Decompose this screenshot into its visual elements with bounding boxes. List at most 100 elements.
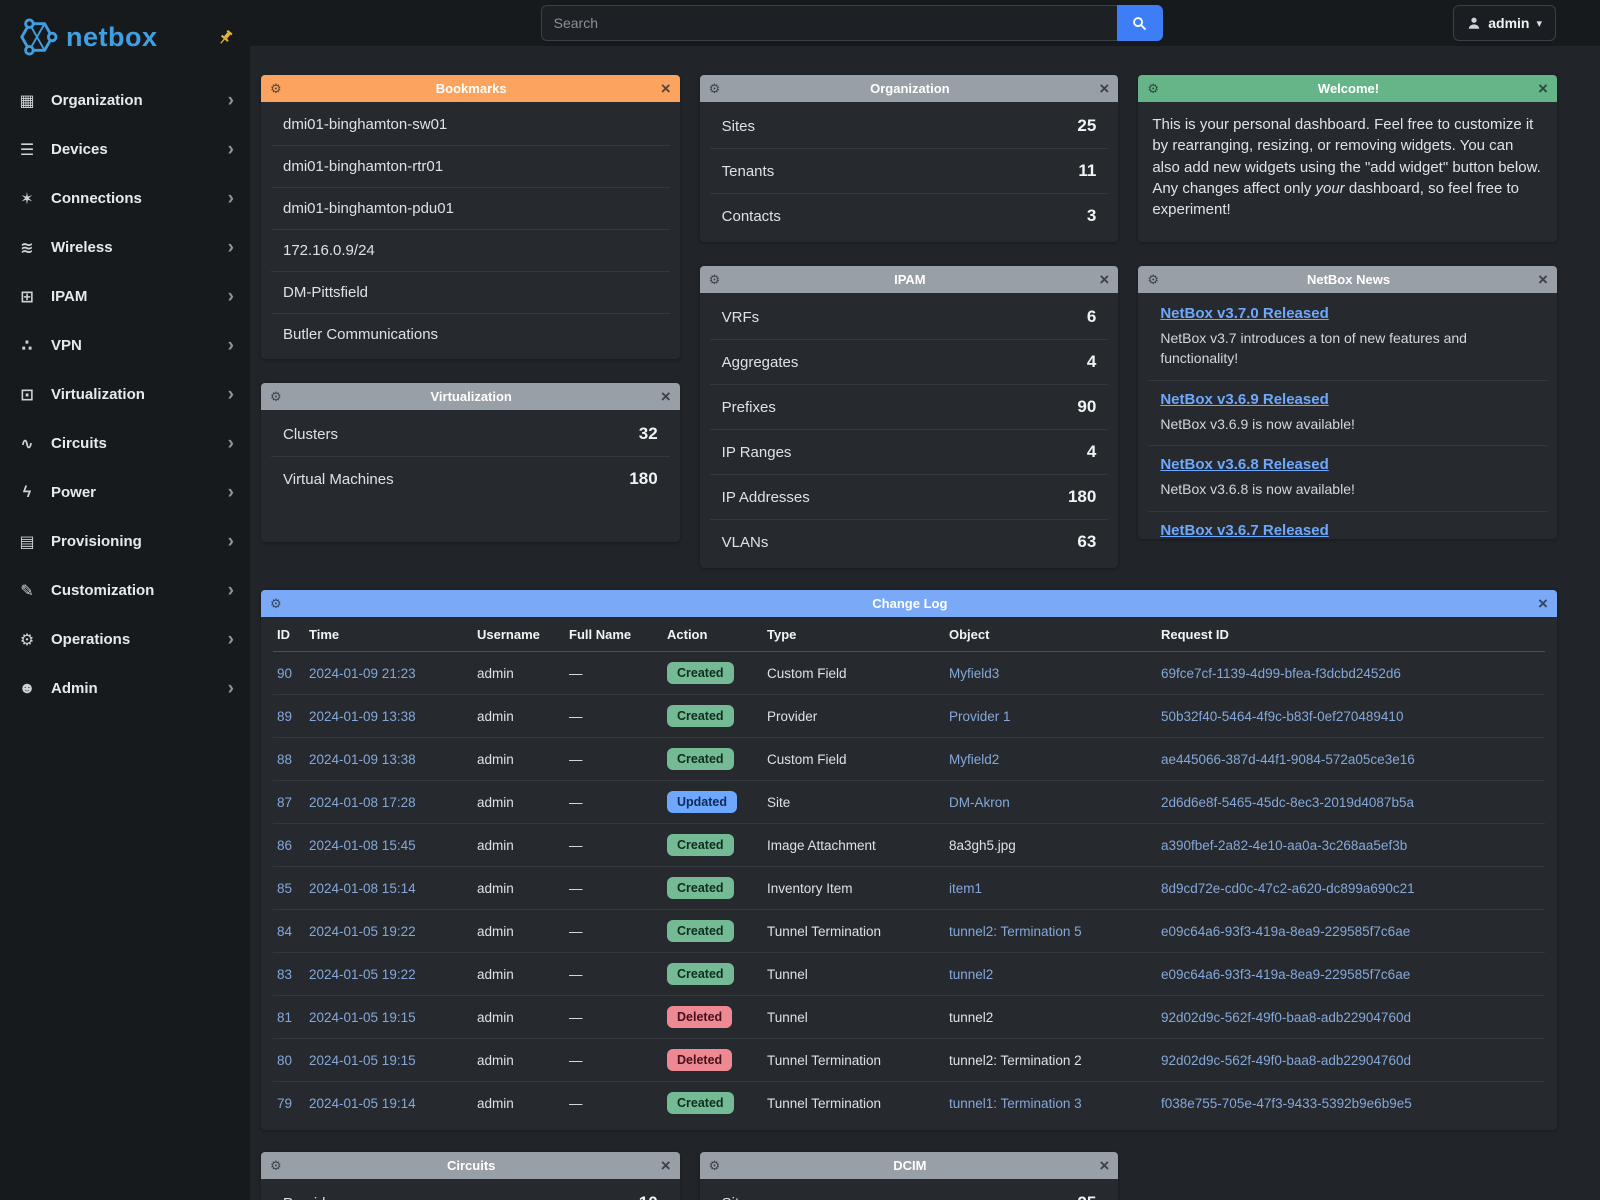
changelog-time-link[interactable]: 2024-01-05 19:15 <box>309 1053 416 1068</box>
close-icon[interactable]: × <box>1099 1157 1109 1174</box>
stat-value-link[interactable]: 4 <box>1087 442 1096 462</box>
changelog-time-link[interactable]: 2024-01-09 13:38 <box>309 709 416 724</box>
object-link[interactable]: Provider 1 <box>949 709 1011 724</box>
bookmark-link[interactable]: dmi01-binghamton-rtr01 <box>271 146 670 188</box>
request-id-link[interactable]: e09c64a6-93f3-419a-8ea9-229585f7c6ae <box>1161 967 1410 982</box>
request-id-link[interactable]: 69fce7cf-1139-4d99-bfea-f3dcbd2452d6 <box>1161 666 1401 681</box>
user-menu-button[interactable]: admin ▾ <box>1453 5 1556 41</box>
gear-icon[interactable]: ⚙ <box>709 82 721 95</box>
sidebar-item-customization[interactable]: ✎Customization› <box>0 566 250 615</box>
search-button[interactable] <box>1117 5 1163 41</box>
bookmark-link[interactable]: dmi01-binghamton-pdu01 <box>271 188 670 230</box>
sidebar-item-ipam[interactable]: ⊞IPAM› <box>0 272 250 321</box>
close-icon[interactable]: × <box>661 80 671 97</box>
changelog-time-link[interactable]: 2024-01-08 15:14 <box>309 881 416 896</box>
sidebar-item-connections[interactable]: ✶Connections› <box>0 174 250 223</box>
object-link[interactable]: DM-Akron <box>949 795 1010 810</box>
changelog-time-link[interactable]: 2024-01-05 19:22 <box>309 924 416 939</box>
changelog-id-link[interactable]: 83 <box>277 967 292 982</box>
sidebar-item-provisioning[interactable]: ▤Provisioning› <box>0 517 250 566</box>
request-id-link[interactable]: 50b32f40-5464-4f9c-b83f-0ef270489410 <box>1161 709 1403 724</box>
gear-icon[interactable]: ⚙ <box>270 82 282 95</box>
changelog-time-link[interactable]: 2024-01-09 21:23 <box>309 666 416 681</box>
changelog-id-link[interactable]: 88 <box>277 752 292 767</box>
close-icon[interactable]: × <box>661 388 671 405</box>
sidebar-item-virtualization[interactable]: ⊡Virtualization› <box>0 370 250 419</box>
stat-value-link[interactable]: 3 <box>1087 206 1096 226</box>
changelog-id-link[interactable]: 85 <box>277 881 292 896</box>
object-link[interactable]: tunnel2: Termination 5 <box>949 924 1082 939</box>
changelog-time-link[interactable]: 2024-01-08 17:28 <box>309 795 416 810</box>
stat-value-link[interactable]: 180 <box>1068 487 1096 507</box>
stat-value-link[interactable]: 10 <box>639 1193 658 1200</box>
close-icon[interactable]: × <box>661 1157 671 1174</box>
gear-icon[interactable]: ⚙ <box>709 1159 721 1172</box>
changelog-id-link[interactable]: 86 <box>277 838 292 853</box>
sidebar-item-wireless[interactable]: ≋Wireless› <box>0 223 250 272</box>
request-id-link[interactable]: 92d02d9c-562f-49f0-baa8-adb22904760d <box>1161 1010 1411 1025</box>
changelog-time-link[interactable]: 2024-01-05 19:15 <box>309 1010 416 1025</box>
news-headline-link[interactable]: NetBox v3.6.8 Released <box>1160 456 1328 473</box>
news-headline-link[interactable]: NetBox v3.7.0 Released <box>1160 305 1328 322</box>
gear-icon[interactable]: ⚙ <box>1147 273 1159 286</box>
close-icon[interactable]: × <box>1099 271 1109 288</box>
gear-icon[interactable]: ⚙ <box>270 1159 282 1172</box>
sidebar-item-operations[interactable]: ⚙Operations› <box>0 615 250 664</box>
request-id-link[interactable]: 2d6d6e8f-5465-45dc-8ec3-2019d4087b5a <box>1161 795 1414 810</box>
changelog-time-link[interactable]: 2024-01-08 15:45 <box>309 838 416 853</box>
gear-icon[interactable]: ⚙ <box>1147 82 1159 95</box>
stat-value-link[interactable]: 11 <box>1078 161 1096 181</box>
object-link[interactable]: tunnel2 <box>949 967 993 982</box>
search-input[interactable] <box>541 5 1117 41</box>
close-icon[interactable]: × <box>1099 80 1109 97</box>
changelog-id-link[interactable]: 80 <box>277 1053 292 1068</box>
close-icon[interactable]: × <box>1538 595 1548 612</box>
changelog-id-link[interactable]: 90 <box>277 666 292 681</box>
gear-icon[interactable]: ⚙ <box>709 273 721 286</box>
stat-value-link[interactable]: 6 <box>1087 307 1096 327</box>
bookmark-link[interactable]: DM-Pittsfield <box>271 272 670 314</box>
request-id-link[interactable]: e09c64a6-93f3-419a-8ea9-229585f7c6ae <box>1161 924 1410 939</box>
changelog-time-link[interactable]: 2024-01-05 19:14 <box>309 1096 416 1111</box>
sidebar-item-devices[interactable]: ☰Devices› <box>0 125 250 174</box>
sidebar-item-organization[interactable]: ▦Organization› <box>0 76 250 125</box>
request-id-link[interactable]: f038e755-705e-47f3-9433-5392b9e6b9e5 <box>1161 1096 1412 1111</box>
stat-value-link[interactable]: 4 <box>1087 352 1096 372</box>
news-headline-link[interactable]: NetBox v3.6.9 Released <box>1160 391 1328 408</box>
request-id-link[interactable]: ae445066-387d-44f1-9084-572a05ce3e16 <box>1161 752 1415 767</box>
stat-value-link[interactable]: 90 <box>1077 397 1096 417</box>
netbox-logo[interactable]: netbox <box>0 0 250 76</box>
sidebar-item-circuits[interactable]: ∿Circuits› <box>0 419 250 468</box>
changelog-id-link[interactable]: 79 <box>277 1096 292 1111</box>
stat-value-link[interactable]: 32 <box>639 424 658 444</box>
changelog-id-link[interactable]: 87 <box>277 795 292 810</box>
changelog-id-link[interactable]: 89 <box>277 709 292 724</box>
sidebar-item-vpn[interactable]: ∴VPN› <box>0 321 250 370</box>
pin-icon[interactable] <box>217 29 234 46</box>
changelog-id-link[interactable]: 84 <box>277 924 292 939</box>
stat-value-link[interactable]: 25 <box>1077 1193 1096 1200</box>
request-id-link[interactable]: a390fbef-2a82-4e10-aa0a-3c268aa5ef3b <box>1161 838 1407 853</box>
object-link[interactable]: tunnel1: Termination 3 <box>949 1096 1082 1111</box>
bookmark-link[interactable]: 172.16.0.9/24 <box>271 230 670 272</box>
object-link[interactable]: Myfield2 <box>949 752 999 767</box>
news-headline-link[interactable]: NetBox v3.6.7 Released <box>1160 522 1328 539</box>
gear-icon[interactable]: ⚙ <box>270 597 282 610</box>
main-content[interactable]: ⚙ Bookmarks × dmi01-binghamton-sw01dmi01… <box>250 46 1600 1200</box>
close-icon[interactable]: × <box>1538 80 1548 97</box>
object-link[interactable]: Myfield3 <box>949 666 999 681</box>
changelog-time-link[interactable]: 2024-01-05 19:22 <box>309 967 416 982</box>
changelog-id-link[interactable]: 81 <box>277 1010 292 1025</box>
changelog-time-link[interactable]: 2024-01-09 13:38 <box>309 752 416 767</box>
bookmark-link[interactable]: dmi01-binghamton-sw01 <box>271 104 670 146</box>
sidebar-item-admin[interactable]: ☻Admin› <box>0 664 250 713</box>
stat-value-link[interactable]: 63 <box>1077 532 1096 552</box>
close-icon[interactable]: × <box>1538 271 1548 288</box>
gear-icon[interactable]: ⚙ <box>270 390 282 403</box>
bookmark-link[interactable]: Butler Communications <box>271 314 670 355</box>
request-id-link[interactable]: 92d02d9c-562f-49f0-baa8-adb22904760d <box>1161 1053 1411 1068</box>
object-link[interactable]: item1 <box>949 881 982 896</box>
stat-value-link[interactable]: 180 <box>629 469 657 489</box>
stat-value-link[interactable]: 25 <box>1077 116 1096 136</box>
sidebar-item-power[interactable]: ϟPower› <box>0 468 250 517</box>
